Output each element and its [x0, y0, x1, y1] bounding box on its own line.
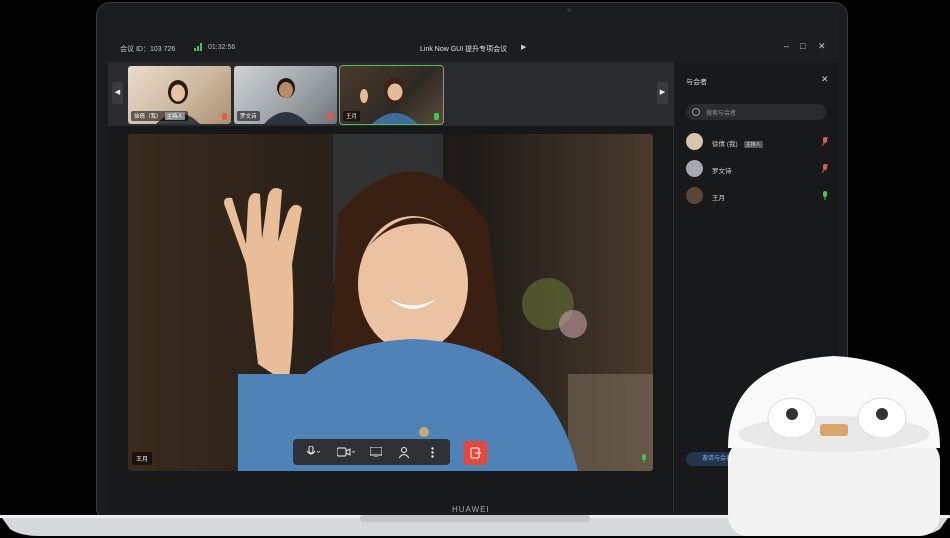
- panel-close-icon[interactable]: ✕: [821, 74, 829, 85]
- speaker-video-frame: [128, 134, 653, 471]
- meeting-id: 会议 ID：103 726: [120, 46, 176, 53]
- host-badge: 主持人: [164, 112, 186, 120]
- participant-name: 王月: [712, 195, 725, 202]
- avatar: [686, 160, 703, 177]
- end-call-button[interactable]: [463, 441, 487, 465]
- participant-row[interactable]: 徐倩 (我) 主持人: [686, 132, 828, 152]
- participant-thumb-3[interactable]: 王月: [339, 65, 444, 125]
- maximize-button[interactable]: □: [800, 41, 805, 51]
- main-stage: 王月: [108, 126, 673, 512]
- mic-muted-icon: [822, 137, 828, 146]
- camera-dot: [567, 8, 571, 12]
- mic-muted-icon: [328, 113, 333, 120]
- microphone-button[interactable]: [301, 443, 325, 461]
- participant-thumb-2[interactable]: 罗文诗: [234, 66, 337, 124]
- title-bar: 会议 ID：103 726 01:32:56 Link Now GUI 提升专项…: [108, 14, 838, 62]
- call-controls: [293, 439, 450, 465]
- camera-icon: [337, 447, 355, 457]
- strip-prev-button[interactable]: ◀: [112, 82, 123, 104]
- mic-muted-icon: [822, 164, 828, 173]
- earbuds-case: [728, 356, 940, 536]
- share-screen-button[interactable]: [368, 443, 384, 461]
- participant-row[interactable]: 罗文诗: [686, 159, 828, 179]
- signal-icon: [194, 43, 204, 51]
- close-button[interactable]: ✕: [818, 41, 826, 52]
- thumb-label: 徐倩（我） 主持人: [131, 111, 189, 121]
- play-icon[interactable]: ▶: [521, 43, 526, 51]
- microphone-icon: [306, 446, 320, 455]
- search-placeholder: 搜索与会者: [706, 111, 737, 117]
- mic-active-icon: [823, 191, 827, 200]
- share-screen-icon: [370, 447, 382, 457]
- speaker-mic-icon: [642, 454, 646, 463]
- avatar: [686, 187, 703, 204]
- panel-title: 与会者: [686, 79, 707, 86]
- participant-name: 徐倩 (我): [712, 141, 738, 148]
- avatar: [686, 133, 703, 150]
- more-button[interactable]: [425, 443, 439, 461]
- meeting-title: Link Now GUI 提升专项会议: [420, 46, 508, 53]
- end-call-icon: [470, 447, 481, 459]
- mic-muted-icon: [222, 113, 227, 120]
- thumb-label: 王月: [343, 111, 361, 121]
- participant-row[interactable]: 王月: [686, 186, 828, 206]
- participant-search-input[interactable]: 搜索与会者: [686, 104, 826, 120]
- participants-button[interactable]: [396, 443, 412, 461]
- thumb-label: 罗文诗: [237, 111, 260, 121]
- camera-button[interactable]: [333, 443, 359, 461]
- active-speaker-video: 王月: [128, 134, 653, 471]
- participant-name: 罗文诗: [712, 168, 732, 175]
- speaker-name-label: 王月: [132, 452, 153, 465]
- minimize-button[interactable]: –: [784, 41, 789, 51]
- more-icon: [430, 446, 434, 458]
- brand-logo: HUAWEI: [452, 505, 490, 514]
- meeting-duration: 01:32:56: [208, 44, 236, 51]
- strip-next-button[interactable]: ▶: [657, 82, 668, 104]
- participant-strip: ◀ 徐倩（我） 主持人 罗文诗 王月 ▶: [108, 62, 673, 126]
- participant-thumb-1[interactable]: 徐倩（我） 主持人: [128, 66, 231, 124]
- mic-active-icon: [434, 113, 439, 120]
- host-badge: 主持人: [743, 141, 763, 148]
- search-icon: [692, 108, 700, 116]
- participants-icon: [399, 446, 409, 458]
